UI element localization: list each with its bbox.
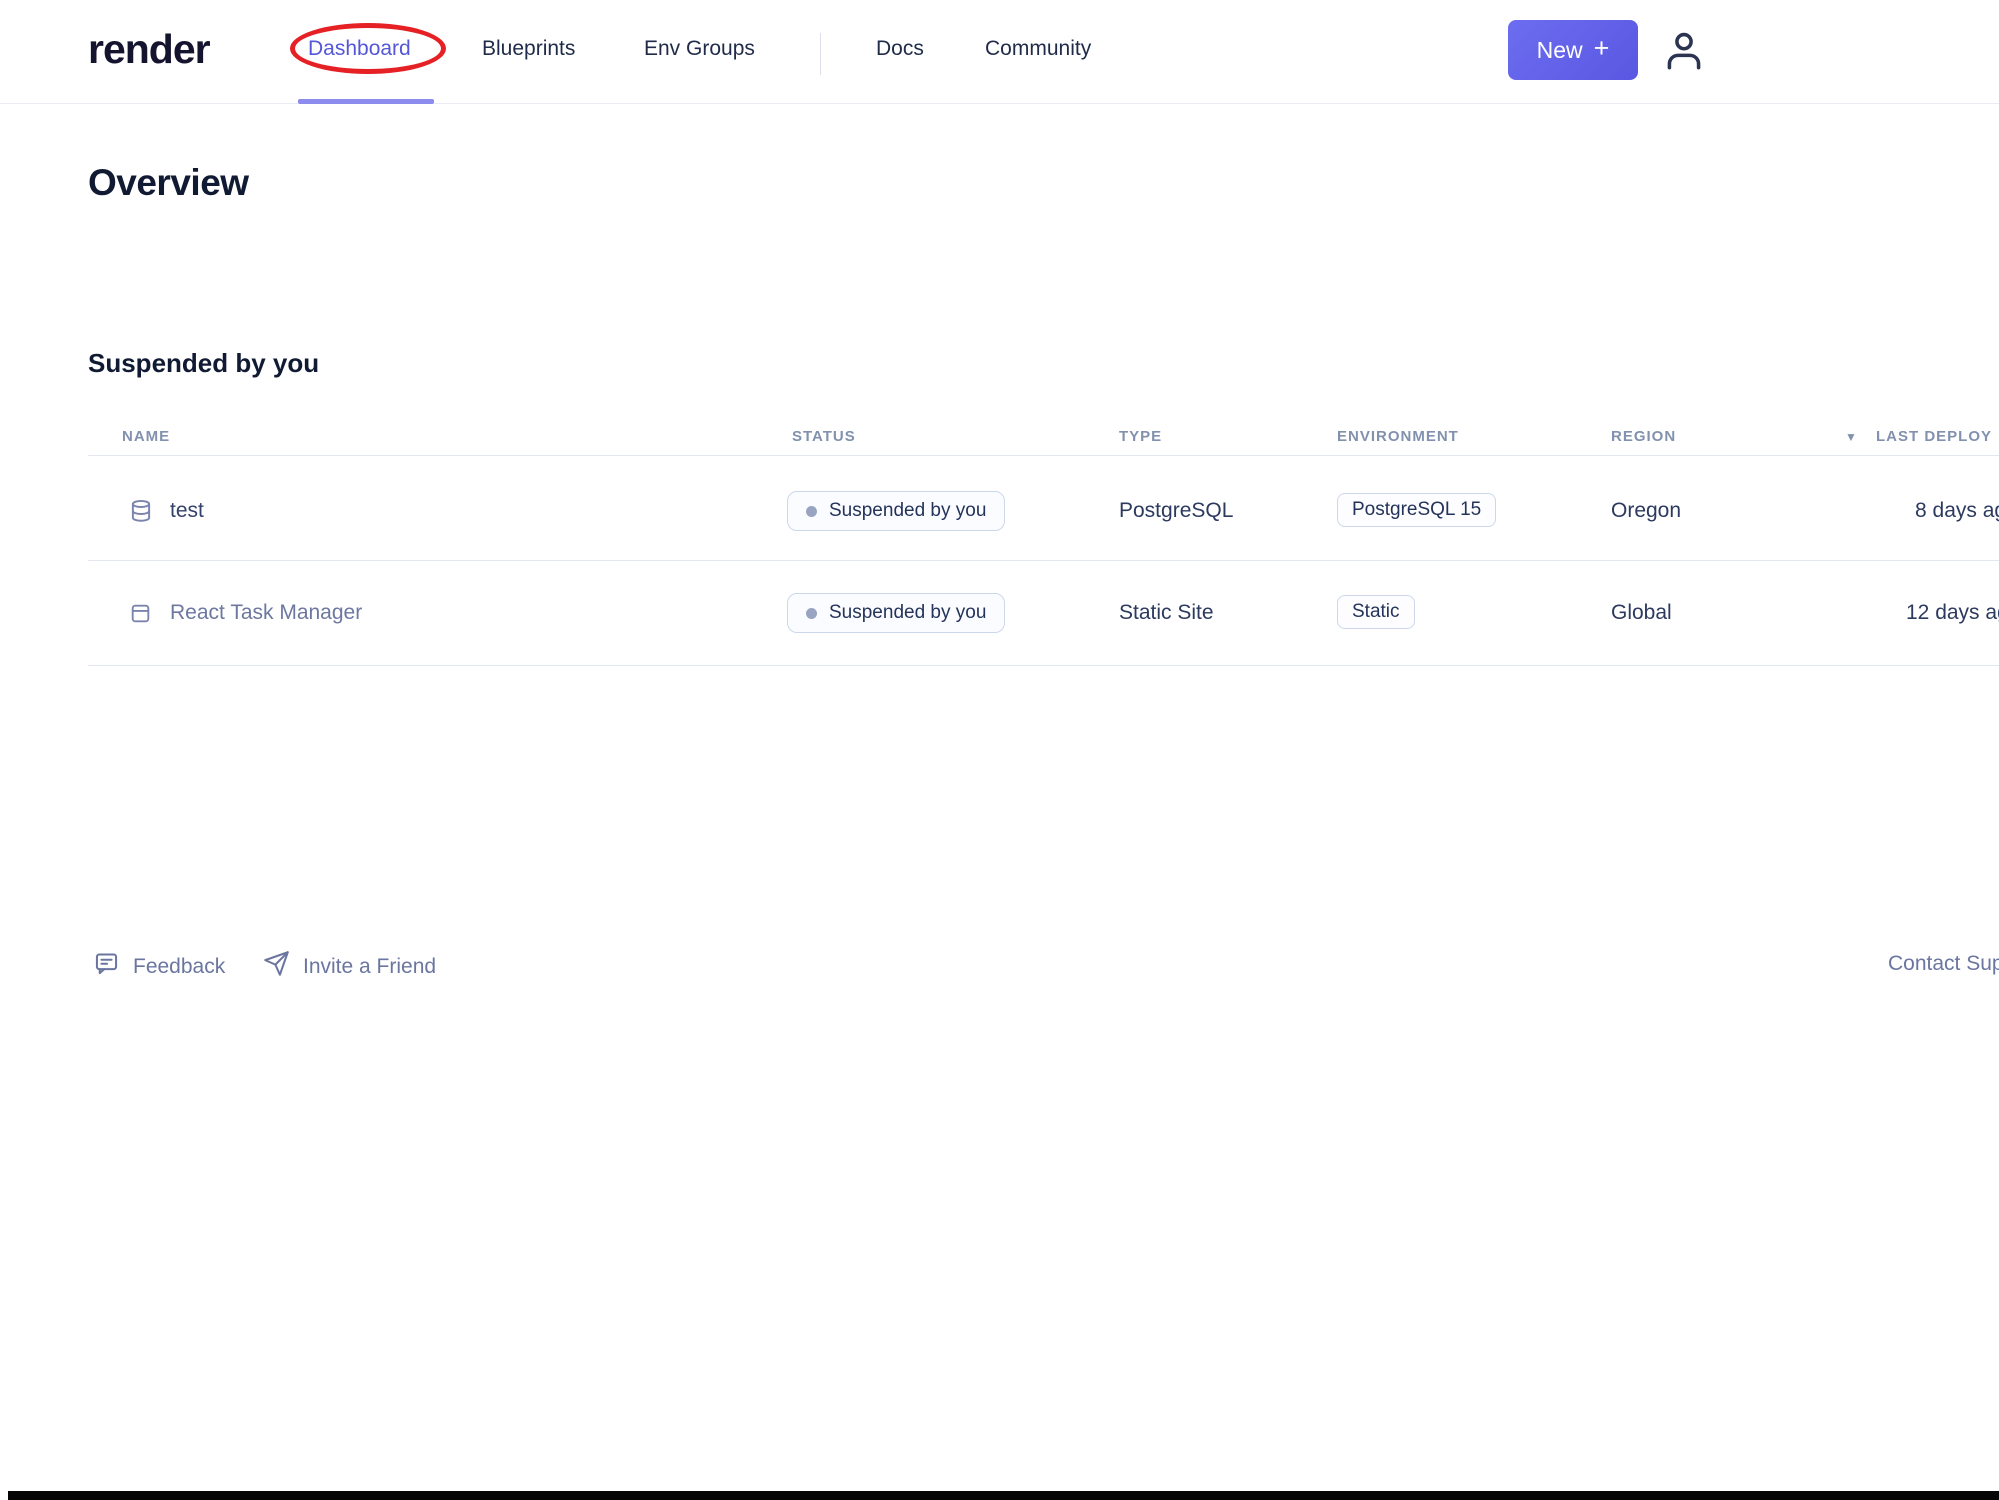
status-label: Suspended by you: [829, 500, 987, 521]
user-icon: [1659, 26, 1709, 79]
column-header-status[interactable]: STATUS: [792, 428, 856, 445]
active-tab-indicator: [298, 99, 434, 104]
region-cell: Global: [1611, 601, 1672, 624]
status-badge: Suspended by you: [787, 491, 1006, 531]
column-header-last-deploy[interactable]: LAST DEPLOY: [1876, 428, 1992, 445]
bottom-bar: [8, 1491, 1999, 1500]
status-dot-icon: [806, 505, 817, 517]
type-cell: Static Site: [1119, 601, 1214, 624]
service-name-link[interactable]: test: [170, 499, 204, 523]
new-button[interactable]: New +: [1508, 20, 1638, 80]
nav-item-docs[interactable]: Docs: [876, 37, 924, 61]
page-title: Overview: [88, 162, 249, 203]
nav-divider: [820, 33, 821, 75]
nav-item-dashboard[interactable]: Dashboard: [308, 37, 411, 61]
invite-friend-link[interactable]: Invite a Friend: [263, 950, 436, 983]
last-deploy-cell: 12 days ago: [1906, 601, 1999, 624]
column-header-type[interactable]: TYPE: [1119, 428, 1162, 445]
contact-support-link[interactable]: Contact Support: [1888, 952, 1999, 976]
paper-plane-icon: [263, 950, 290, 983]
nav-item-env-groups[interactable]: Env Groups: [644, 37, 755, 61]
feedback-label: Feedback: [133, 954, 226, 978]
plus-icon: +: [1593, 33, 1610, 63]
table-header-divider: [88, 455, 1999, 456]
feedback-link[interactable]: Feedback: [93, 950, 225, 983]
new-button-label: New: [1536, 36, 1583, 63]
environment-badge: Static: [1337, 595, 1415, 629]
environment-label: PostgreSQL 15: [1352, 499, 1482, 520]
user-menu-button[interactable]: [1656, 22, 1712, 82]
feedback-icon: [93, 950, 120, 983]
contact-support-label: Contact Support: [1888, 952, 1999, 975]
region-cell: Oregon: [1611, 499, 1682, 522]
nav-item-blueprints[interactable]: Blueprints: [482, 37, 575, 61]
type-cell: PostgreSQL: [1119, 499, 1234, 522]
section-title: Suspended by you: [88, 348, 320, 378]
sort-descending-icon[interactable]: ▼: [1845, 430, 1857, 444]
column-header-name[interactable]: NAME: [122, 428, 170, 445]
static-site-icon: [128, 601, 153, 631]
render-logo[interactable]: render: [88, 26, 211, 73]
row-divider: [88, 560, 1999, 561]
service-name-link[interactable]: React Task Manager: [170, 601, 362, 625]
status-label: Suspended by you: [829, 602, 987, 623]
row-divider: [88, 665, 1999, 666]
column-header-region[interactable]: REGION: [1611, 428, 1676, 445]
last-deploy-cell: 8 days ago: [1915, 499, 1999, 522]
invite-friend-label: Invite a Friend: [303, 954, 437, 978]
column-header-environment[interactable]: ENVIRONMENT: [1337, 428, 1459, 445]
environment-label: Static: [1352, 601, 1400, 622]
status-dot-icon: [806, 607, 817, 619]
status-badge: Suspended by you: [787, 593, 1006, 633]
environment-badge: PostgreSQL 15: [1337, 493, 1497, 527]
top-navigation: render Dashboard Blueprints Env Groups D…: [0, 0, 1999, 104]
database-icon: [128, 498, 154, 529]
nav-item-community[interactable]: Community: [985, 37, 1091, 61]
